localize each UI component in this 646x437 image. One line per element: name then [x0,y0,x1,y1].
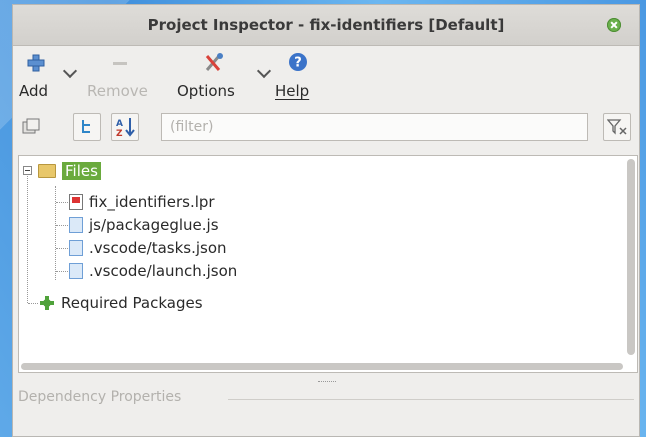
options-label: Options [177,82,235,100]
properties-icon [22,118,40,134]
project-files-tree[interactable]: Files fix_identifiers.lpr js/packageglue… [18,155,638,373]
tree-hierarchy-icon [82,120,90,133]
horizontal-scrollbar[interactable] [21,363,623,370]
sort-az-icon: A Z [116,118,135,138]
add-icon [27,54,45,72]
tree-node-file[interactable]: .vscode/tasks.json [69,237,227,259]
toolbar: Add Remove Options ? Help [13,46,639,108]
clear-filter-button[interactable] [603,113,631,141]
group-divider [228,399,634,400]
package-icon [40,296,54,310]
properties-button[interactable] [18,113,46,141]
svg-text:?: ? [294,56,302,71]
help-label: Help [275,82,310,100]
help-button[interactable]: ? Help [275,52,325,104]
tools-icon [205,53,223,71]
chevron-down-icon [256,63,272,79]
splitter[interactable] [13,377,639,387]
remove-button[interactable]: Remove [85,52,163,104]
chevron-down-icon [62,63,78,79]
dependency-properties-title: Dependency Properties [18,389,186,405]
title-bar[interactable]: Project Inspector - fix-identifiers [Def… [13,5,639,46]
tree-node-file[interactable]: fix_identifiers.lpr [69,191,215,213]
folder-icon [38,164,56,178]
file-name: .vscode/launch.json [89,262,238,280]
add-label: Add [19,82,49,100]
options-button[interactable]: Options [175,52,272,104]
tree-node-required-packages[interactable]: Required Packages [39,292,203,314]
filter-bar: A Z [13,108,639,146]
dependency-properties-group: Dependency Properties [18,389,634,405]
svg-text:Z: Z [116,129,123,138]
minus-icon [113,62,127,65]
files-node-label: Files [62,162,101,180]
sort-alphabetically-button[interactable]: A Z [111,113,139,141]
file-name: fix_identifiers.lpr [89,193,215,211]
file-name: js/packageglue.js [89,216,219,234]
help-icon: ? [289,53,307,71]
clear-filter-icon [607,119,627,135]
file-icon [69,217,83,233]
svg-text:A: A [116,119,123,129]
remove-label: Remove [87,82,148,100]
add-button[interactable]: Add [17,52,79,104]
window-title: Project Inspector - fix-identifiers [Def… [147,16,505,34]
project-inspector-window: Project Inspector - fix-identifiers [Def… [12,4,640,437]
lpr-file-icon [69,194,83,210]
file-name: .vscode/tasks.json [89,239,227,257]
close-button[interactable] [607,18,621,32]
required-packages-label: Required Packages [61,294,203,312]
filter-input[interactable] [161,113,588,141]
show-directory-hierarchy-button[interactable] [73,113,101,141]
file-icon [69,263,83,279]
tree-node-file[interactable]: js/packageglue.js [69,214,219,236]
vertical-scrollbar[interactable] [627,159,635,355]
tree-node-file[interactable]: .vscode/launch.json [69,260,237,282]
splitter-grip-icon [318,381,336,384]
file-icon [69,240,83,256]
collapse-files-toggle[interactable] [23,166,32,175]
tree-node-files[interactable]: Files [38,160,101,182]
